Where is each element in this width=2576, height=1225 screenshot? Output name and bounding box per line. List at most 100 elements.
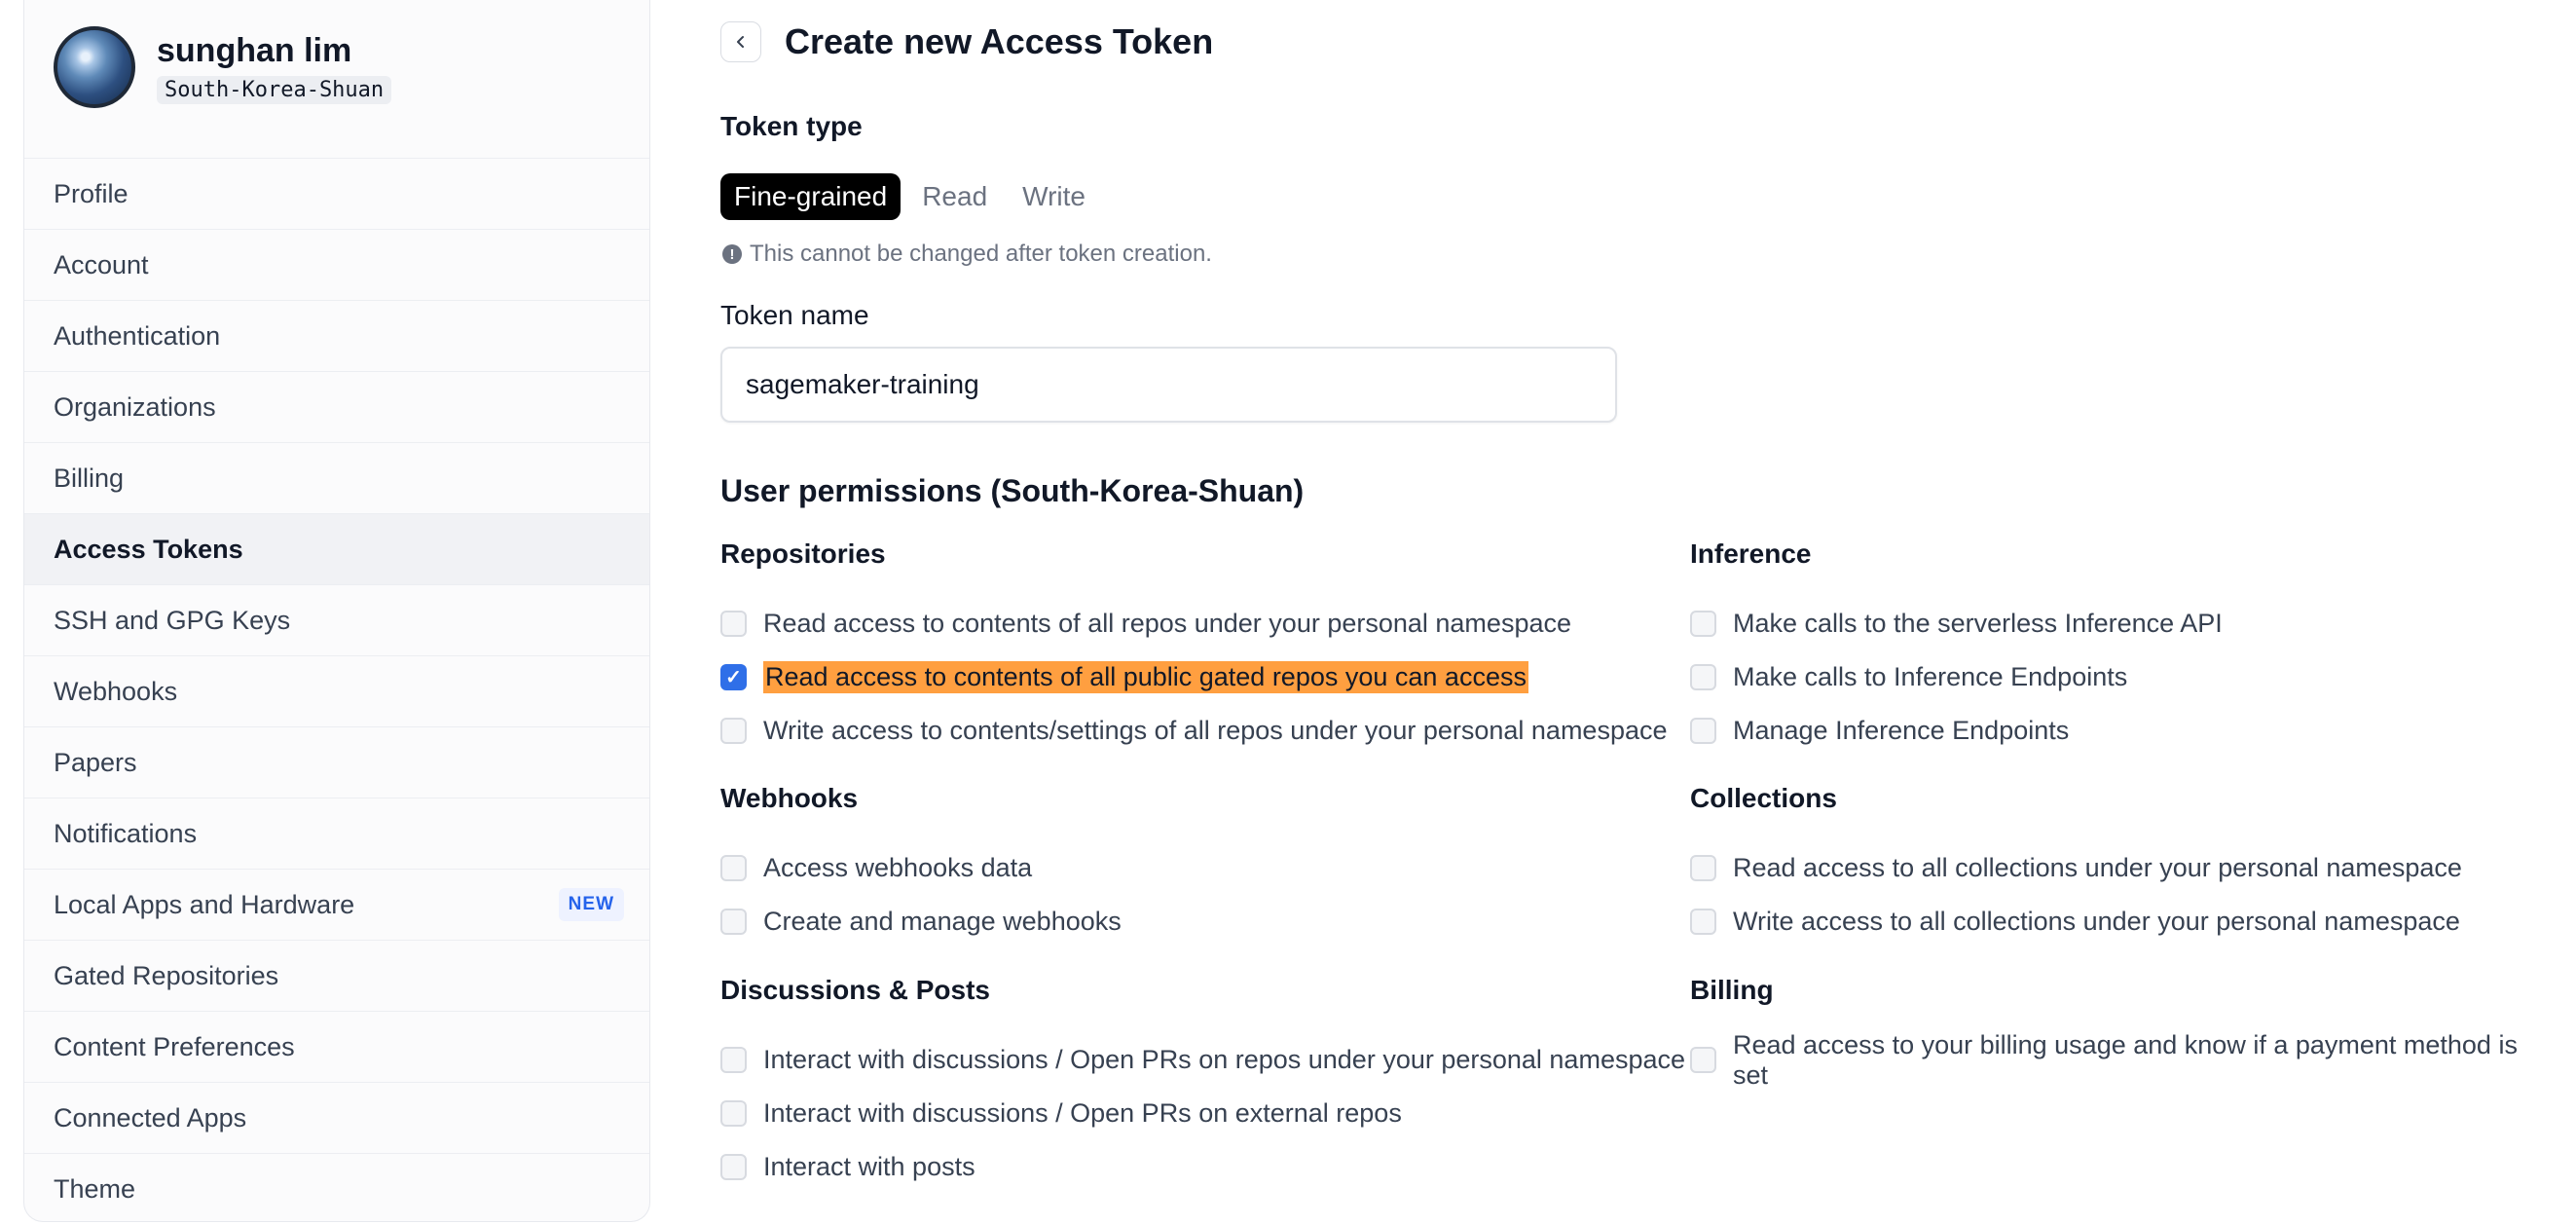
settings-nav: Profile Account Authentication Organizat… bbox=[24, 158, 649, 1224]
checkbox[interactable] bbox=[720, 855, 747, 881]
new-badge: NEW bbox=[558, 888, 624, 921]
option-label: Read access to contents of all public ga… bbox=[763, 661, 1528, 693]
checkbox[interactable] bbox=[1690, 611, 1716, 637]
checkbox[interactable] bbox=[1690, 855, 1716, 881]
option-label: Make calls to the serverless Inference A… bbox=[1733, 609, 2223, 638]
group-title: Discussions & Posts bbox=[720, 975, 990, 1005]
perm-collections-read[interactable]: Read access to all collections under you… bbox=[1690, 841, 2462, 895]
user-header: sunghan lim South-Korea-Shuan bbox=[54, 23, 392, 111]
perm-discussions-personal[interactable]: Interact with discussions / Open PRs on … bbox=[720, 1033, 1685, 1087]
avatar[interactable] bbox=[54, 26, 135, 108]
token-name-input[interactable] bbox=[720, 347, 1617, 423]
option-label: Write access to all collections under yo… bbox=[1733, 907, 2460, 936]
perm-inference-serverless[interactable]: Make calls to the serverless Inference A… bbox=[1690, 597, 2223, 650]
settings-sidebar: sunghan lim South-Korea-Shuan Profile Ac… bbox=[23, 0, 650, 1222]
tab-write[interactable]: Write bbox=[1009, 173, 1099, 220]
perm-repo-read-gated[interactable]: ✓ Read access to contents of all public g… bbox=[720, 650, 1668, 704]
sidebar-item-gated-repositories[interactable]: Gated Repositories bbox=[24, 940, 649, 1011]
discussions-group: Discussions & Posts Interact with discus… bbox=[720, 971, 1685, 1194]
checkbox[interactable] bbox=[1690, 718, 1716, 744]
perm-posts[interactable]: Interact with posts bbox=[720, 1140, 1685, 1194]
sidebar-item-organizations[interactable]: Organizations bbox=[24, 371, 649, 442]
checkbox[interactable] bbox=[1690, 909, 1716, 935]
token-type-hint: ! This cannot be changed after token cre… bbox=[722, 241, 1212, 268]
sidebar-item-label: Account bbox=[54, 249, 149, 279]
sidebar-item-label: Webhooks bbox=[54, 676, 178, 706]
option-label: Make calls to Inference Endpoints bbox=[1733, 662, 2128, 691]
token-type-selector: Fine-grained Read Write bbox=[720, 173, 1107, 220]
perm-inference-endpoints-manage[interactable]: Manage Inference Endpoints bbox=[1690, 704, 2223, 758]
sidebar-item-profile[interactable]: Profile bbox=[24, 158, 649, 229]
sidebar-item-webhooks[interactable]: Webhooks bbox=[24, 655, 649, 726]
perm-repo-write-personal[interactable]: Write access to contents/settings of all… bbox=[720, 704, 1668, 758]
sidebar-item-theme[interactable]: Theme bbox=[24, 1153, 649, 1224]
checkbox[interactable] bbox=[720, 611, 747, 637]
option-label: Interact with discussions / Open PRs on … bbox=[763, 1098, 1402, 1128]
sidebar-item-papers[interactable]: Papers bbox=[24, 726, 649, 798]
page-title: Create new Access Token bbox=[785, 21, 1214, 61]
checkbox[interactable] bbox=[720, 1100, 747, 1127]
sidebar-item-account[interactable]: Account bbox=[24, 229, 649, 300]
group-title: Billing bbox=[1690, 975, 1774, 1005]
sidebar-item-label: Gated Repositories bbox=[54, 960, 279, 990]
sidebar-item-local-apps[interactable]: Local Apps and Hardware NEW bbox=[24, 869, 649, 940]
checkbox[interactable] bbox=[720, 718, 747, 744]
user-handle: South-Korea-Shuan bbox=[157, 75, 392, 104]
sidebar-item-connected-apps[interactable]: Connected Apps bbox=[24, 1082, 649, 1153]
webhooks-group: Webhooks Access webhooks data Create and… bbox=[720, 779, 1122, 948]
inference-group: Inference Make calls to the serverless I… bbox=[1690, 535, 2223, 758]
sidebar-item-label: Billing bbox=[54, 463, 125, 493]
sidebar-item-notifications[interactable]: Notifications bbox=[24, 798, 649, 869]
sidebar-item-content-preferences[interactable]: Content Preferences bbox=[24, 1011, 649, 1082]
info-icon: ! bbox=[722, 244, 742, 264]
group-title: Collections bbox=[1690, 783, 1837, 813]
sidebar-item-label: Connected Apps bbox=[54, 1102, 247, 1132]
sidebar-item-label: Theme bbox=[54, 1173, 136, 1204]
perm-discussions-external[interactable]: Interact with discussions / Open PRs on … bbox=[720, 1087, 1685, 1140]
token-name-label: Token name bbox=[720, 300, 869, 330]
checkbox[interactable] bbox=[720, 1154, 747, 1180]
perm-inference-endpoints-call[interactable]: Make calls to Inference Endpoints bbox=[1690, 650, 2223, 704]
back-button[interactable] bbox=[720, 21, 761, 62]
billing-group: Billing Read access to your billing usag… bbox=[1690, 971, 2551, 1090]
tab-read[interactable]: Read bbox=[908, 173, 1001, 220]
perm-billing-read[interactable]: Read access to your billing usage and kn… bbox=[1690, 1030, 2551, 1090]
option-label: Write access to contents/settings of all… bbox=[763, 716, 1668, 745]
option-label: Read access to all collections under you… bbox=[1733, 853, 2462, 882]
user-name: sunghan lim bbox=[157, 31, 352, 69]
sidebar-item-label: SSH and GPG Keys bbox=[54, 605, 291, 635]
sidebar-item-label: Profile bbox=[54, 178, 129, 208]
collections-group: Collections Read access to all collectio… bbox=[1690, 779, 2462, 948]
repositories-group: Repositories Read access to contents of … bbox=[720, 535, 1668, 758]
hint-text: This cannot be changed after token creat… bbox=[750, 241, 1212, 267]
group-title: Inference bbox=[1690, 538, 1812, 569]
checkbox[interactable] bbox=[720, 1047, 747, 1073]
sidebar-item-label: Local Apps and Hardware bbox=[54, 889, 355, 919]
checkbox[interactable] bbox=[720, 909, 747, 935]
checkbox[interactable] bbox=[1690, 664, 1716, 690]
sidebar-item-authentication[interactable]: Authentication bbox=[24, 300, 649, 371]
perm-webhooks-manage[interactable]: Create and manage webhooks bbox=[720, 895, 1122, 948]
perm-repo-read-personal[interactable]: Read access to contents of all repos und… bbox=[720, 597, 1668, 650]
user-info: sunghan lim South-Korea-Shuan bbox=[157, 31, 392, 104]
option-label: Interact with posts bbox=[763, 1152, 975, 1181]
tab-fine-grained[interactable]: Fine-grained bbox=[720, 173, 902, 220]
checkbox[interactable] bbox=[1690, 1047, 1716, 1073]
option-label: Manage Inference Endpoints bbox=[1733, 716, 2070, 745]
perm-webhooks-access[interactable]: Access webhooks data bbox=[720, 841, 1122, 895]
group-title: Webhooks bbox=[720, 783, 859, 813]
sidebar-item-access-tokens[interactable]: Access Tokens bbox=[24, 513, 649, 584]
perm-collections-write[interactable]: Write access to all collections under yo… bbox=[1690, 895, 2462, 948]
option-label: Interact with discussions / Open PRs on … bbox=[763, 1045, 1686, 1074]
sidebar-item-label: Notifications bbox=[54, 818, 198, 848]
permissions-title: User permissions (South-Korea-Shuan) bbox=[720, 473, 1305, 508]
sidebar-item-billing[interactable]: Billing bbox=[24, 442, 649, 513]
sidebar-item-label: Authentication bbox=[54, 320, 221, 351]
chevron-left-icon bbox=[737, 36, 744, 48]
option-label: Create and manage webhooks bbox=[763, 907, 1122, 936]
checkbox-checked[interactable]: ✓ bbox=[720, 664, 747, 690]
option-label: Read access to your billing usage and kn… bbox=[1733, 1029, 2518, 1090]
sidebar-item-ssh-gpg-keys[interactable]: SSH and GPG Keys bbox=[24, 584, 649, 655]
option-label: Read access to contents of all repos und… bbox=[763, 609, 1571, 638]
sidebar-item-label: Organizations bbox=[54, 391, 216, 422]
